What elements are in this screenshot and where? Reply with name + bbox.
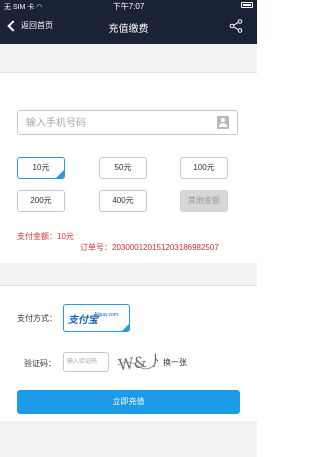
top-spacer — [0, 44, 257, 72]
amount-option-50[interactable]: 50元 — [99, 157, 147, 179]
status-time: 下午7:07 — [112, 2, 145, 11]
alipay-domain: Alipay.com — [94, 312, 119, 318]
order-value: 20300012015120318698250​7 — [112, 243, 219, 252]
captcha-refresh-link[interactable]: 换一张 — [163, 357, 187, 368]
payment-method-label: 支付方式： — [17, 314, 57, 323]
contact-book-icon[interactable] — [217, 116, 229, 129]
pay-amount: 支付金额：10元 — [17, 231, 74, 242]
order-number: 订单号：20300012015120318698250​7 — [80, 242, 219, 253]
divider — [0, 72, 257, 73]
status-bar: 无 SIM 卡 ◠ 下午7:07 — [0, 0, 257, 12]
amount-option-100[interactable]: 100元 — [180, 157, 228, 179]
amount-option-400[interactable]: 400元 — [99, 190, 147, 212]
phone-field — [17, 110, 238, 135]
amount-option-200[interactable]: 200元 — [17, 190, 65, 212]
battery-icon — [241, 2, 253, 9]
pay-amount-label: 支付金额： — [17, 232, 57, 241]
alipay-option[interactable]: 支付宝 Alipay.com — [63, 304, 130, 332]
captcha-input[interactable] — [63, 352, 109, 372]
bottom-spacer — [0, 421, 257, 457]
captcha-label: 验证码： — [24, 359, 56, 368]
divider — [0, 285, 257, 286]
nav-bar: 返回首页 充值缴费 — [0, 12, 257, 44]
amount-option-other: 其他金额 — [180, 190, 228, 212]
share-icon[interactable] — [229, 19, 243, 33]
captcha-image[interactable]: W& 从 — [116, 351, 158, 373]
amount-option-10[interactable]: 10元 — [17, 157, 65, 179]
page-title: 充值缴费 — [108, 24, 149, 35]
captcha-image-text: W& 从 — [117, 351, 158, 373]
phone-input[interactable] — [26, 114, 206, 132]
recharge-button[interactable]: 立即充值 — [17, 390, 240, 414]
order-label: 订单号： — [80, 243, 112, 252]
middle-spacer — [0, 263, 257, 285]
pay-amount-value: 10元 — [57, 232, 74, 241]
